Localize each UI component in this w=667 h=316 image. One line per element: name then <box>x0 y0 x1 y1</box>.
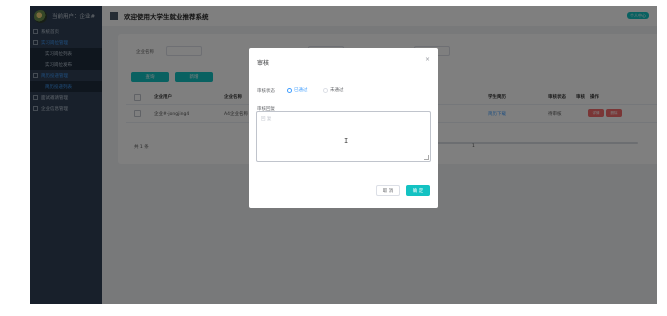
cancel-button[interactable]: 取 消 <box>376 185 400 196</box>
radio-rejected[interactable]: 未通过 <box>323 87 344 93</box>
radio-label: 未通过 <box>330 88 344 93</box>
review-reply-textarea[interactable]: 回 复 I <box>256 111 431 162</box>
textarea-placeholder: 回 复 <box>261 117 272 122</box>
radio-approved[interactable]: 已通过 <box>287 87 308 93</box>
radio-label: 已通过 <box>294 88 308 93</box>
close-icon[interactable]: × <box>425 56 430 63</box>
resize-handle-icon[interactable] <box>424 155 429 160</box>
review-dialog: 审核 × 审核状态 已通过 未通过 审核回复 回 复 I 取 消 确 定 <box>249 48 438 208</box>
confirm-button[interactable]: 确 定 <box>406 185 430 196</box>
app-window: 当前用户：企业# 系统首页 实习岗位管理 实习岗位列表 实习岗位发布 简历投递管… <box>30 6 657 304</box>
review-status-label: 审核状态 <box>257 89 275 94</box>
dialog-title: 审核 <box>257 60 270 67</box>
radio-checked-icon <box>287 87 292 93</box>
radio-unchecked-icon <box>323 87 328 93</box>
text-cursor-icon: I <box>344 137 349 145</box>
